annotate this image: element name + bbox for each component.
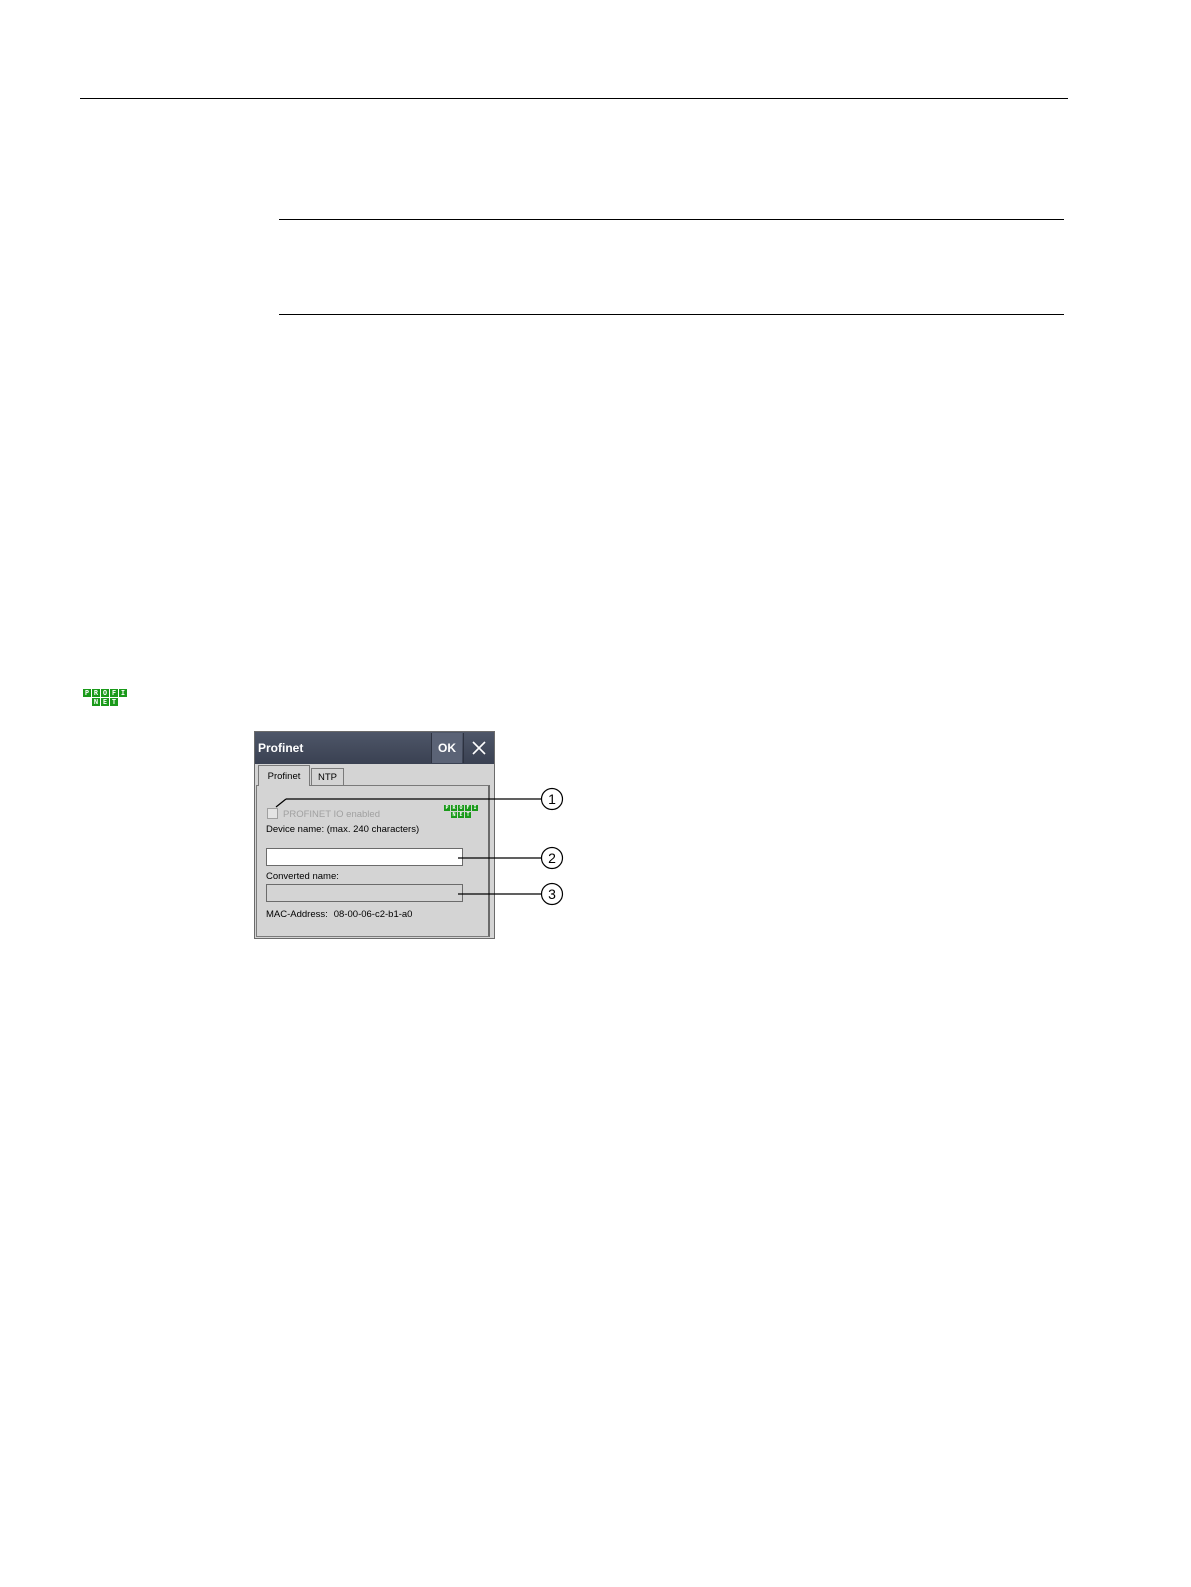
logo-letter: F <box>110 689 118 697</box>
logo-letter: P <box>83 689 91 697</box>
logo-letter: P <box>444 805 450 811</box>
logo-letter: I <box>119 689 127 697</box>
callout-number-2: 2 <box>548 850 556 866</box>
logo-letter: N <box>451 812 457 818</box>
converted-name-field <box>266 884 463 902</box>
logo-letter: R <box>451 805 457 811</box>
profinet-logo-icon: P R O F I N E T <box>83 689 127 706</box>
logo-letter: F <box>465 805 471 811</box>
mac-address-label: MAC-Address: <box>266 909 328 920</box>
mac-address-value: 08-00-06-c2-b1-a0 <box>333 909 413 920</box>
dialog-title: Profinet <box>258 741 304 755</box>
logo-letter: T <box>465 812 471 818</box>
tab-ntp[interactable]: NTP <box>311 768 344 785</box>
logo-letter: E <box>458 812 464 818</box>
callout-number-1: 1 <box>548 791 556 807</box>
profinet-io-checkbox[interactable] <box>267 808 278 819</box>
converted-name-label: Converted name: <box>266 871 339 882</box>
logo-letter: O <box>458 805 464 811</box>
header-rule <box>80 98 1068 99</box>
callout-overlay <box>275 787 564 906</box>
logo-letter: I <box>472 805 478 811</box>
profinet-dialog: Profinet OK Profinet NTP PROFINET IO ena… <box>254 731 495 939</box>
logo-letter: N <box>92 698 100 706</box>
tab-profinet[interactable]: Profinet <box>258 765 310 786</box>
mac-address: MAC-Address: 08-00-06-c2-b1-a0 <box>266 909 418 920</box>
device-name-label: Device name: (max. 240 characters) <box>266 824 420 835</box>
callout-number-3: 3 <box>548 886 556 902</box>
note-rule-bottom <box>279 314 1064 315</box>
profinet-logo-small-icon: P R O F I N E T <box>444 805 478 818</box>
logo-letter: O <box>101 689 109 697</box>
device-name-input[interactable] <box>266 848 463 866</box>
profinet-io-label: PROFINET IO enabled <box>283 809 380 820</box>
logo-letter: E <box>101 698 109 706</box>
close-button[interactable] <box>463 733 493 763</box>
dialog-titlebar: Profinet OK <box>255 732 494 764</box>
note-rule-top <box>279 219 1064 220</box>
ok-button[interactable]: OK <box>431 733 462 763</box>
logo-letter: R <box>92 689 100 697</box>
logo-letter: T <box>110 698 118 706</box>
close-icon <box>471 741 486 755</box>
